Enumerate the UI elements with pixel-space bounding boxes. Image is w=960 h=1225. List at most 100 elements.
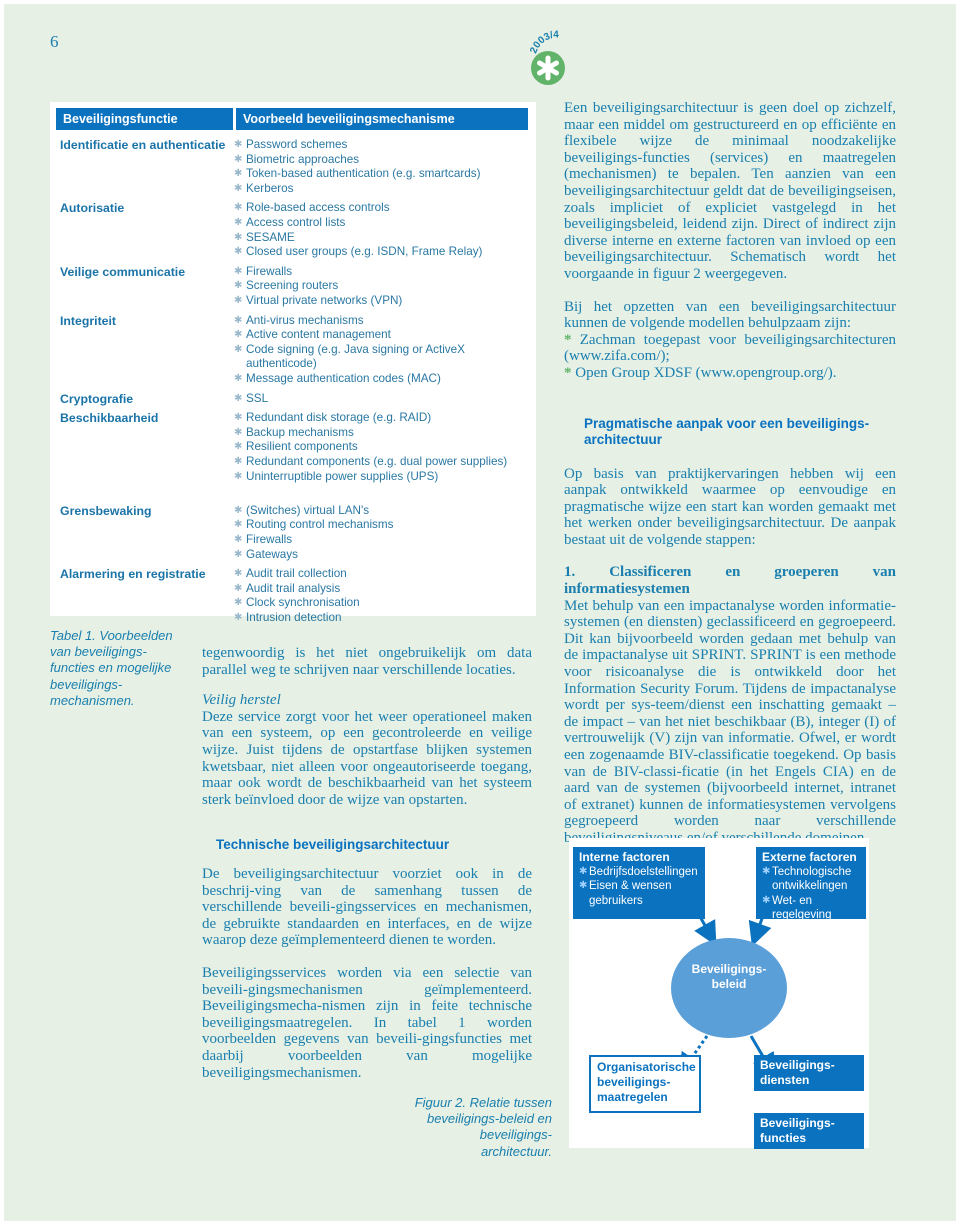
- section-heading: Technische beveiligingsarchitectuur: [216, 837, 450, 852]
- paragraph: Bij het opzetten van een beveiligingsarc…: [564, 298, 896, 332]
- table-mechanism-cell: ✱ Firewalls ✱ Screening routers ✱ Virtual pri…: [234, 265, 524, 309]
- page-number: 6: [50, 32, 59, 51]
- mechanism-item: ✱ Password schemes: [234, 138, 348, 151]
- bullet-asterisk-icon: ✱: [234, 372, 243, 384]
- section-heading: Pragmatische aanpak voor een beveiliging…: [584, 415, 870, 447]
- bullet-asterisk-icon: ✱: [234, 202, 243, 214]
- table-mechanism-cell: ✱ SSL: [234, 392, 524, 407]
- bullet-asterisk-icon: ✱: [234, 582, 243, 594]
- security-table: Beveiligingsfunctie Voorbeeld beveiligin…: [50, 102, 536, 624]
- table-function-cell: Identificatie en authenticatie: [60, 138, 226, 152]
- bullet-asterisk-icon: ✱: [234, 392, 243, 404]
- mechanism-item: ✱ Kerberos: [234, 181, 294, 195]
- paragraph: Op basis van praktijkervaringen hebben w…: [564, 465, 896, 548]
- mechanism-item: ✱ Audit trail collection: [234, 567, 347, 581]
- bullet-asterisk-icon: ✱: [234, 611, 243, 623]
- bullet-asterisk-icon: ✱: [234, 280, 243, 292]
- page: 6 2003/4 Beveiligingsfunctie Voorbeeld b…: [4, 4, 956, 1221]
- bullet-asterisk-icon: ✱: [234, 314, 243, 326]
- mechanism-item: ✱ Token-based authentication (e.g. smartc…: [234, 167, 481, 181]
- mechanism-item: ✱ Firewalls: [234, 532, 293, 546]
- paragraph: tegenwoordig is het niet ongebruikelijk …: [202, 645, 532, 678]
- paragraph: De beveiligingsarchitectuur voorziet ook…: [202, 866, 532, 949]
- mechanism-item: ✱ Closed user groups (e.g. ISDN, Frame Re…: [234, 245, 483, 259]
- bullet-asterisk-icon: ✱: [234, 455, 243, 467]
- mechanism-item: ✱ Firewalls: [234, 264, 293, 278]
- issue-badge: 2003/4: [526, 29, 586, 90]
- mechanism-item: ✱ Virtual private networks (VPN): [234, 293, 403, 307]
- table-mechanism-cell: ✱ Role-based access controls ✱ Access contr…: [234, 201, 524, 259]
- bullet-asterisk-icon: ✱: [234, 246, 243, 258]
- bullet-asterisk-icon: ✱: [234, 343, 243, 355]
- internal-factors-box: Interne factoren ✱ Bedrijfsdoelstellingen…: [573, 847, 705, 919]
- asterisk-icon: *: [564, 331, 572, 348]
- figure-diagram: Interne factoren ✱ Bedrijfsdoelstellingen…: [569, 838, 869, 1149]
- bullet-item: * Open Group XDSF (www.opengroup.org/).: [564, 364, 837, 381]
- bullet-asterisk-icon: ✱: [234, 294, 243, 306]
- right-column: Een beveiligingsarchitectuur is geen doe…: [564, 100, 896, 847]
- issue-label: 2003/4: [528, 29, 559, 55]
- bullet-asterisk-icon: ✱: [234, 597, 243, 609]
- mechanism-item: ✱ Uninterruptible power supplies (UPS): [234, 469, 439, 483]
- table-header-mechanism: Voorbeeld beveiligingsmechanisme: [236, 108, 528, 130]
- paragraph: Deze service zorgt voor het weer operati…: [202, 708, 532, 808]
- mechanism-item: ✱ Access control lists: [234, 215, 346, 229]
- middle-column: tegenwoordig is het niet ongebruikelijk …: [202, 645, 532, 808]
- table-function-cell: Autorisatie: [60, 201, 125, 216]
- table-mechanism-cell: ✱ Audit trail collection ✱ Audit trail anal…: [234, 567, 524, 625]
- functions-box: Beveiligings-functies: [754, 1113, 864, 1149]
- external-factors-box: Externe factoren ✱ Technologische ontwikk…: [756, 847, 866, 921]
- table-function-cell: Integriteit: [60, 313, 117, 328]
- mechanism-item: ✱ Backup mechanisms: [234, 425, 354, 439]
- mechanism-item: ✱ Clock synchronisation: [234, 596, 360, 610]
- bullet-asterisk-icon: ✱: [234, 412, 243, 424]
- table-function-cell: Cryptografie: [60, 391, 134, 406]
- mechanism-item: ✱ Active content management: [234, 328, 391, 342]
- bullet-asterisk-icon: ✱: [234, 216, 243, 228]
- bullet-asterisk-icon: ✱: [234, 548, 243, 560]
- paragraph: Een beveiligingsarchitectuur is geen doe…: [564, 100, 896, 282]
- mechanism-item: ✱ SSL: [234, 391, 269, 405]
- mechanism-item: ✱ Redundant disk storage (e.g. RAID): [234, 411, 432, 425]
- bullet-asterisk-icon: ✱: [234, 470, 243, 482]
- asterisk-icon: *: [564, 364, 572, 381]
- mechanism-item: ✱ Role-based access controls: [234, 201, 390, 215]
- mechanism-item: ✱ Code signing (e.g. Java signing or Acti…: [234, 342, 465, 371]
- bullet-asterisk-icon: ✱: [234, 441, 243, 453]
- table-mechanism-cell: ✱ Password schemes ✱ Biometric approaches ✱ T…: [234, 138, 524, 196]
- bullet-asterisk-icon: ✱: [234, 426, 243, 438]
- paragraph: Beveiligingsservices worden via een sele…: [202, 964, 532, 1081]
- bullet-asterisk-icon: ✱: [234, 533, 243, 545]
- bullet-asterisk-icon: ✱: [234, 182, 243, 194]
- bullet-asterisk-icon: ✱: [234, 231, 243, 243]
- subheading: Veilig herstel: [202, 692, 281, 709]
- bullet-item: * Zachman toegepast voor beveiligingsarc…: [564, 331, 896, 365]
- bullet-asterisk-icon: ✱: [234, 504, 243, 516]
- bullet-asterisk-icon: ✱: [234, 519, 243, 531]
- table-mechanism-cell: ✱ Redundant disk storage (e.g. RAID) ✱ Back…: [234, 411, 524, 484]
- mechanism-item: ✱ Audit trail analysis: [234, 581, 341, 595]
- figure-caption: Figuur 2. Relatie tussen beveiligings-be…: [414, 1095, 552, 1159]
- table-function-cell: Alarmering en registratie: [60, 567, 206, 582]
- table-function-cell: Beschikbaarheid: [60, 411, 159, 426]
- table-mechanism-cell: ✱ (Switches) virtual LAN's ✱ Routing contro…: [234, 504, 524, 562]
- services-box: Beveiligings-diensten: [754, 1055, 864, 1091]
- mechanism-item: ✱ Routing control mechanisms: [234, 518, 394, 532]
- mechanism-item: ✱ SESAME: [234, 230, 295, 244]
- paragraph: Met behulp van een impactanalyse worden …: [564, 597, 896, 846]
- table-caption: Tabel 1. Voorbeelden van beveiligings-fu…: [50, 628, 173, 708]
- mechanism-item: ✱ Message authentication codes (MAC): [234, 371, 441, 385]
- organisational-measures-box: Organisatorische beveiligings-maatregele…: [589, 1055, 701, 1113]
- table-function-cell: Veilige communicatie: [60, 264, 186, 279]
- bullet-asterisk-icon: ✱: [234, 568, 243, 580]
- mechanism-item: ✱ Biometric approaches: [234, 152, 360, 166]
- bullet-asterisk-icon: ✱: [234, 139, 243, 150]
- bullet-asterisk-icon: ✱: [234, 153, 243, 165]
- step-title: 1. Classificeren en groeperen van inform…: [564, 564, 896, 598]
- mechanism-item: ✱ Gateways: [234, 547, 298, 561]
- mechanism-item: ✱ Anti-virus mechanisms: [234, 313, 364, 327]
- table-header-function: Beveiligingsfunctie: [56, 108, 233, 130]
- mechanism-item: ✱ Intrusion detection: [234, 610, 342, 624]
- bullet-asterisk-icon: ✱: [234, 168, 243, 180]
- mechanism-item: ✱ (Switches) virtual LAN's: [234, 503, 370, 517]
